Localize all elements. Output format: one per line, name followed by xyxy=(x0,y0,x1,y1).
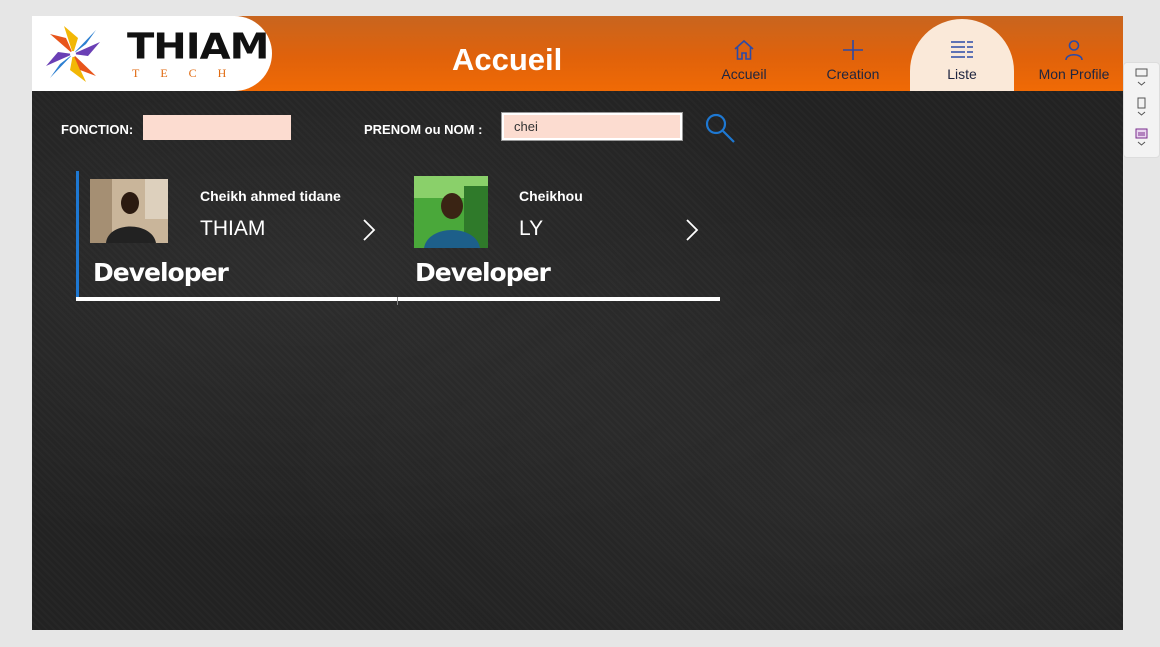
fonction-input[interactable] xyxy=(143,115,291,140)
employee-lastname: LY xyxy=(519,217,544,240)
employee-role: Developer xyxy=(93,258,229,287)
employee-role: Developer xyxy=(415,258,551,287)
fonction-label: FONCTION: xyxy=(61,122,134,137)
nav-accueil-label: Accueil xyxy=(721,66,767,82)
card-separator xyxy=(76,297,398,301)
page-title: Accueil xyxy=(452,42,563,77)
employee-photo xyxy=(414,176,488,248)
app-window: THIAM TECH Accueil Accueil Creation List… xyxy=(32,16,1123,630)
employee-firstname: Cheikhou xyxy=(519,188,583,204)
nav-creation[interactable]: Creation xyxy=(801,16,905,91)
user-icon xyxy=(1065,40,1083,61)
nav-mon-profile-label: Mon Profile xyxy=(1038,66,1110,82)
employee-card[interactable]: Cheikh ahmed tidane THIAM Developer xyxy=(76,171,398,305)
card-separator xyxy=(398,297,720,301)
nav-mon-profile[interactable]: Mon Profile xyxy=(1022,16,1123,91)
nav-creation-label: Creation xyxy=(826,66,880,82)
list-icon xyxy=(951,41,973,58)
employee-firstname: Cheikh ahmed tidane xyxy=(200,188,341,204)
employee-lastname: THIAM xyxy=(200,217,266,240)
search-icon[interactable] xyxy=(704,112,736,144)
employee-gallery: Cheikh ahmed tidane THIAM Developer Chei… xyxy=(76,171,720,305)
header-bar: THIAM TECH Accueil Accueil Creation List… xyxy=(32,16,1123,91)
prenom-nom-input[interactable] xyxy=(501,112,683,141)
mobile-view-button[interactable] xyxy=(1124,93,1159,123)
employee-card[interactable]: Cheikhou LY Developer xyxy=(398,171,720,305)
employee-photo xyxy=(90,179,168,243)
chevron-right-icon[interactable] xyxy=(685,219,699,241)
nav-liste-label: Liste xyxy=(947,66,977,82)
side-toolbar xyxy=(1123,62,1160,158)
brand-name: THIAM xyxy=(127,26,269,68)
desktop-view-button[interactable] xyxy=(1124,63,1159,93)
selection-indicator xyxy=(76,171,79,297)
pinwheel-logo-icon xyxy=(46,26,100,82)
nav-liste[interactable]: Liste xyxy=(910,19,1014,91)
nav-accueil[interactable]: Accueil xyxy=(692,16,796,91)
plus-icon xyxy=(843,40,863,60)
home-icon xyxy=(734,39,754,60)
brand-subtitle: TECH xyxy=(132,66,248,80)
logo: THIAM TECH xyxy=(32,16,272,91)
app-view-button[interactable] xyxy=(1124,123,1159,153)
prenom-nom-label: PRENOM ou NOM : xyxy=(364,122,483,137)
chevron-right-icon[interactable] xyxy=(362,219,376,241)
